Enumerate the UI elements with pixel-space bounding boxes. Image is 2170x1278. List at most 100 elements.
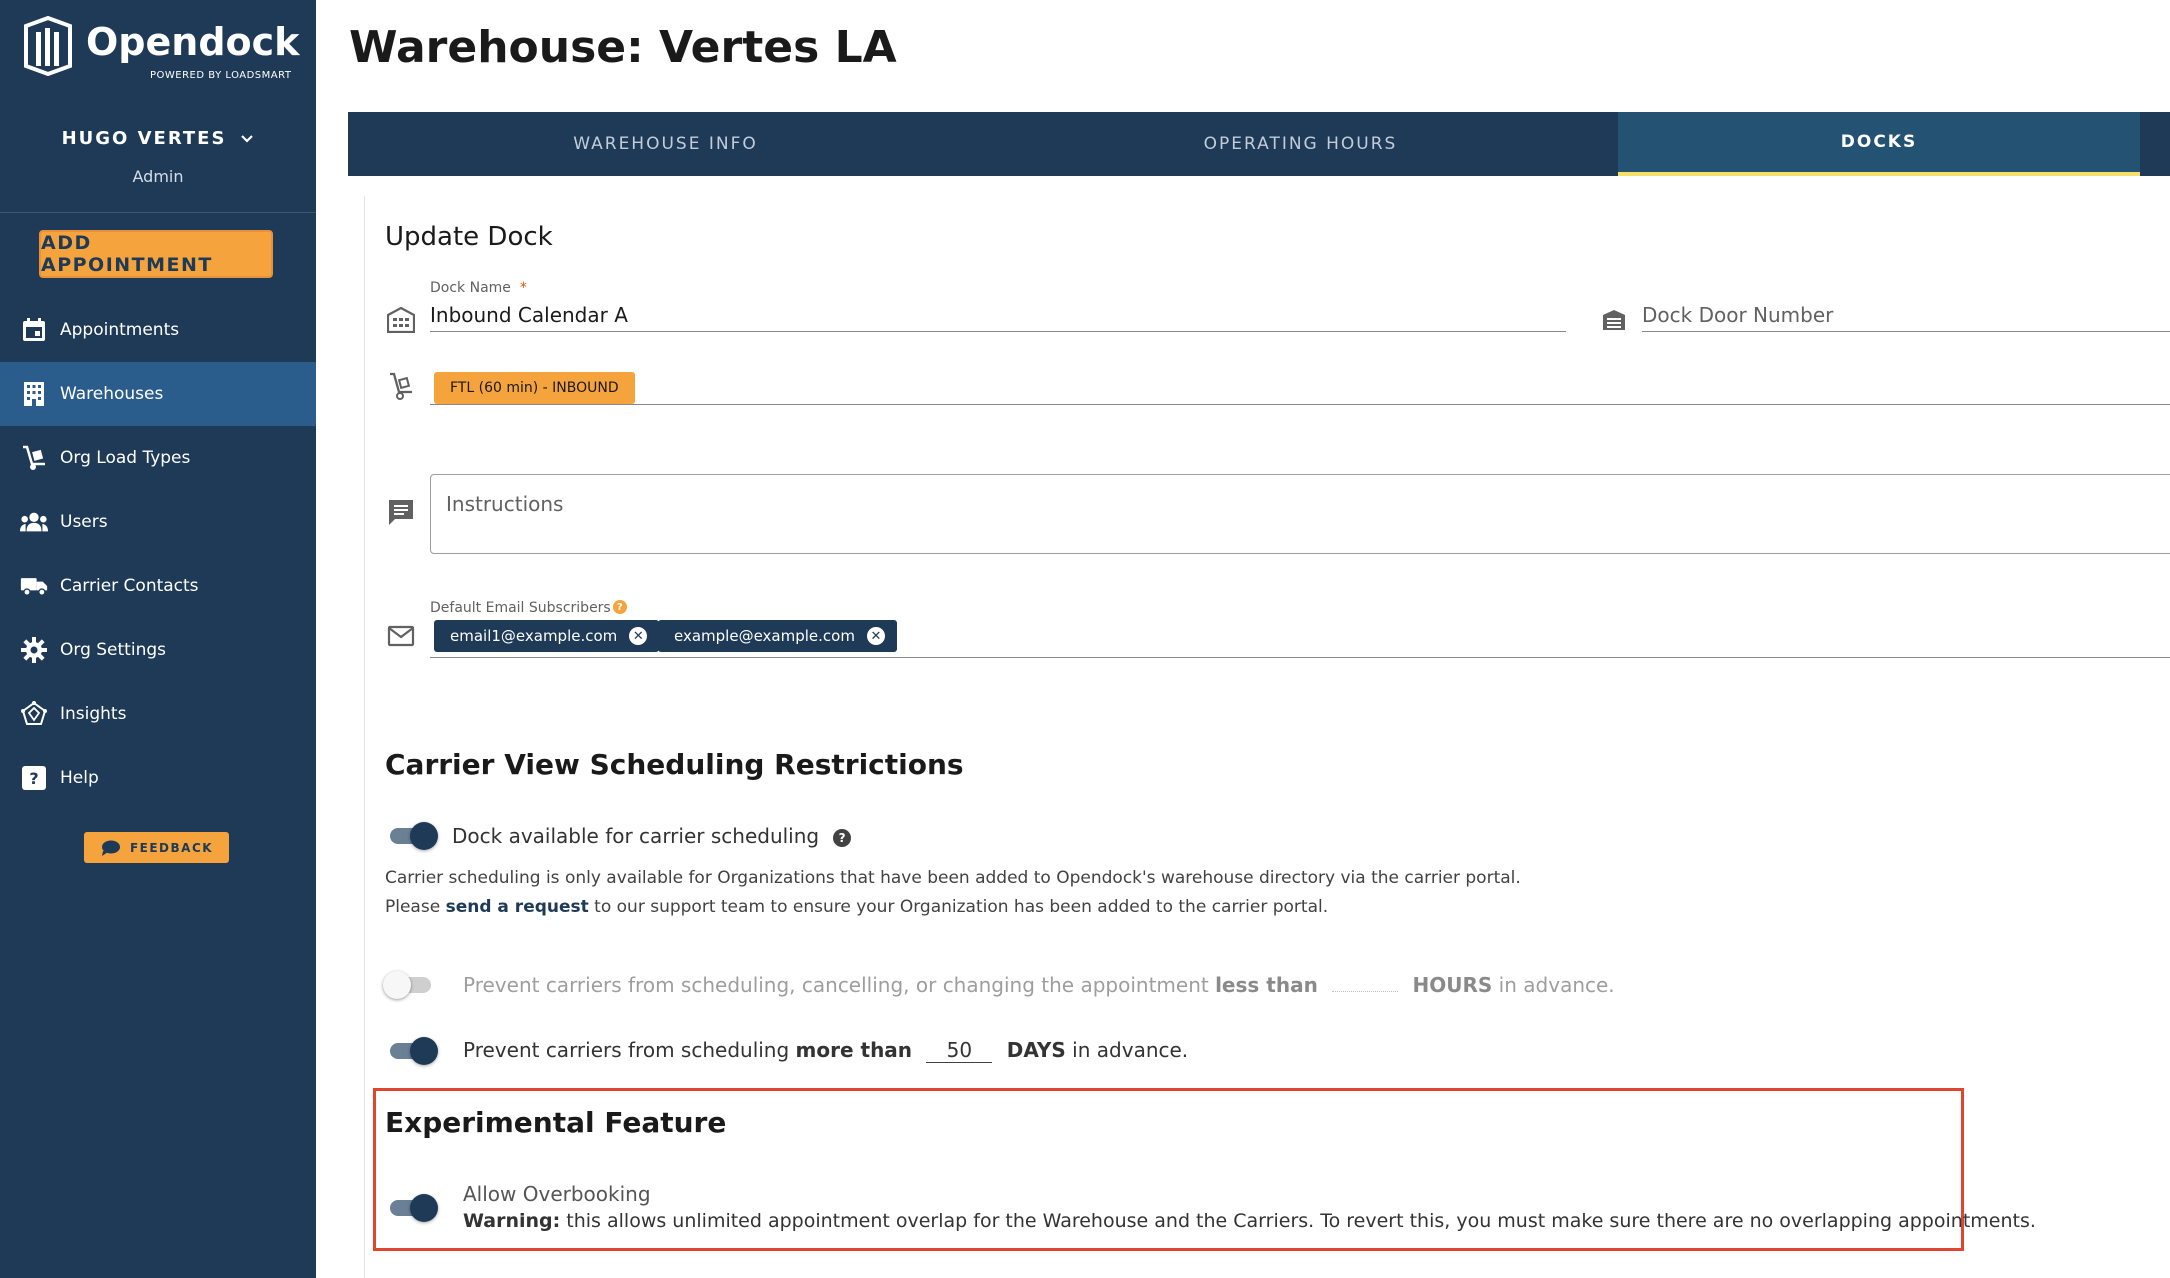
dock-name-label-text: Dock Name (430, 280, 511, 296)
hand-truck-icon (385, 370, 417, 402)
email-subscriber-text: example@example.com (674, 627, 855, 645)
dock-available-toggle[interactable] (388, 820, 438, 850)
form-title: Update Dock (385, 222, 553, 252)
sidebar-item-help[interactable]: ? Help (0, 746, 316, 810)
tab-warehouse-info[interactable]: WAREHOUSE INFO (348, 112, 983, 176)
add-appointment-button[interactable]: ADD APPOINTMENT (39, 230, 273, 278)
sidebar-divider (0, 212, 316, 213)
more-than-bold: more than (795, 1038, 913, 1062)
sidebar-item-label: Carrier Contacts (60, 576, 199, 596)
email-subscribers-underline (430, 657, 2170, 658)
allow-overbooking-label: Allow Overbooking (463, 1182, 651, 1206)
prevent-less-than-text: Prevent carriers from scheduling, cancel… (463, 973, 1216, 997)
dock-available-text: Dock available for carrier scheduling (452, 824, 820, 848)
prevent-less-than-row: Prevent carriers from scheduling, cancel… (463, 973, 1615, 997)
less-than-bold: less than (1215, 973, 1318, 997)
gear-icon (20, 636, 48, 664)
page-title: Warehouse: Vertes LA (349, 22, 897, 73)
warning-text: this allows unlimited appointment overla… (560, 1210, 2036, 1232)
sidebar-item-org-load-types[interactable]: Org Load Types (0, 426, 316, 490)
mail-icon (385, 620, 417, 652)
restrictions-title: Carrier View Scheduling Restrictions (385, 748, 964, 781)
request-suffix: to our support team to ensure your Organ… (588, 897, 1329, 917)
toggle-knob (383, 971, 411, 999)
feedback-label: FEEDBACK (129, 840, 214, 855)
instructions-label: Instructions (446, 492, 564, 516)
load-type-underline (430, 404, 2170, 405)
sidebar-item-label: Org Settings (60, 640, 166, 660)
prevent-less-than-toggle[interactable] (383, 969, 433, 999)
warehouse-icon (385, 304, 417, 336)
sidebar-item-label: Insights (60, 704, 127, 724)
question-icon[interactable]: ? (833, 828, 852, 847)
dock-door-icon (1598, 304, 1630, 336)
in-advance-text: in advance. (1492, 973, 1615, 997)
chevron-down-icon (241, 134, 254, 143)
sidebar-item-users[interactable]: Users (0, 490, 316, 554)
tab-bar: WAREHOUSE INFO OPERATING HOURS DOCKS (348, 112, 2170, 176)
days-input[interactable]: 50 (926, 1038, 993, 1063)
page: Opendock POWERED BY LOADSMART HUGO VERTE… (0, 0, 2170, 1278)
hours-unit: HOURS (1412, 973, 1493, 997)
calendar-icon (20, 316, 48, 344)
sidebar-item-carrier-contacts[interactable]: Carrier Contacts (0, 554, 316, 618)
prevent-more-than-row: Prevent carriers from scheduling more th… (463, 1038, 1188, 1063)
dock-name-label: Dock Name * (430, 280, 527, 296)
sidebar: Opendock POWERED BY LOADSMART HUGO VERTE… (0, 0, 316, 1278)
hand-truck-icon (20, 444, 48, 472)
email-subscribers-label-text: Default Email Subscribers (430, 600, 611, 616)
message-icon (385, 496, 417, 528)
overbooking-warning: Warning: this allows unlimited appointme… (463, 1210, 2036, 1232)
email-subscriber-text: email1@example.com (450, 627, 618, 645)
brand-subtitle: POWERED BY LOADSMART (150, 70, 292, 81)
user-name-dropdown[interactable]: HUGO VERTES (62, 128, 255, 149)
sidebar-item-insights[interactable]: Insights (0, 682, 316, 746)
tab-docks[interactable]: DOCKS (1618, 112, 2140, 176)
email-subscribers-label: Default Email Subscribers? (430, 600, 627, 616)
prevent-more-than-text: Prevent carriers from scheduling (463, 1038, 796, 1062)
dock-name-underline (430, 331, 1566, 332)
sidebar-item-label: Help (60, 768, 99, 788)
toggle-knob (410, 822, 438, 850)
send-request-link[interactable]: send a request (446, 897, 589, 917)
logo[interactable]: Opendock POWERED BY LOADSMART (20, 14, 300, 84)
allow-overbooking-toggle[interactable] (388, 1192, 438, 1222)
request-prefix: Please (385, 897, 446, 917)
dock-available-label: Dock available for carrier scheduling? (452, 824, 852, 848)
users-icon (20, 508, 48, 536)
remove-chip-icon[interactable]: ✕ (629, 627, 648, 645)
svg-text:?: ? (29, 769, 38, 788)
carrier-portal-description: Carrier scheduling is only available for… (385, 868, 1521, 888)
sidebar-item-warehouses[interactable]: Warehouses (0, 362, 316, 426)
sidebar-item-appointments[interactable]: Appointments (0, 298, 316, 362)
feedback-button[interactable]: FEEDBACK (84, 832, 229, 863)
sidebar-item-label: Appointments (60, 320, 180, 340)
brand-name: Opendock (86, 20, 300, 64)
carrier-portal-request: Please send a request to our support tea… (385, 897, 1328, 917)
sidebar-item-org-settings[interactable]: Org Settings (0, 618, 316, 682)
sidebar-item-label: Org Load Types (60, 448, 191, 468)
toggle-knob (410, 1194, 438, 1222)
remove-chip-icon[interactable]: ✕ (866, 627, 885, 645)
load-type-chip[interactable]: FTL (60 min) - INBOUND (434, 372, 635, 404)
opendock-logo-icon (24, 16, 72, 76)
warning-label: Warning: (463, 1210, 561, 1232)
tab-bar-filler (2140, 112, 2170, 176)
user-role: Admin (132, 167, 184, 186)
dock-name-input[interactable]: Inbound Calendar A (430, 303, 628, 327)
required-marker: * (519, 280, 527, 296)
user-name: HUGO VERTES (61, 128, 227, 149)
prevent-more-than-toggle[interactable] (388, 1035, 438, 1065)
hours-input[interactable] (1332, 991, 1399, 992)
instructions-textarea[interactable]: Instructions (430, 474, 2170, 554)
question-icon[interactable]: ? (612, 600, 627, 614)
tab-operating-hours[interactable]: OPERATING HOURS (983, 112, 1618, 176)
days-unit: DAYS (1006, 1038, 1066, 1062)
truck-icon (20, 572, 48, 600)
email-subscriber-chip: example@example.com ✕ (658, 620, 897, 652)
sidebar-nav: Appointments Warehouses Org Load Types U… (0, 298, 316, 810)
experimental-title: Experimental Feature (385, 1106, 727, 1139)
sidebar-item-label: Warehouses (60, 384, 164, 404)
dock-door-number-input[interactable]: Dock Door Number (1642, 303, 1833, 327)
chat-bubble-icon (101, 840, 120, 856)
